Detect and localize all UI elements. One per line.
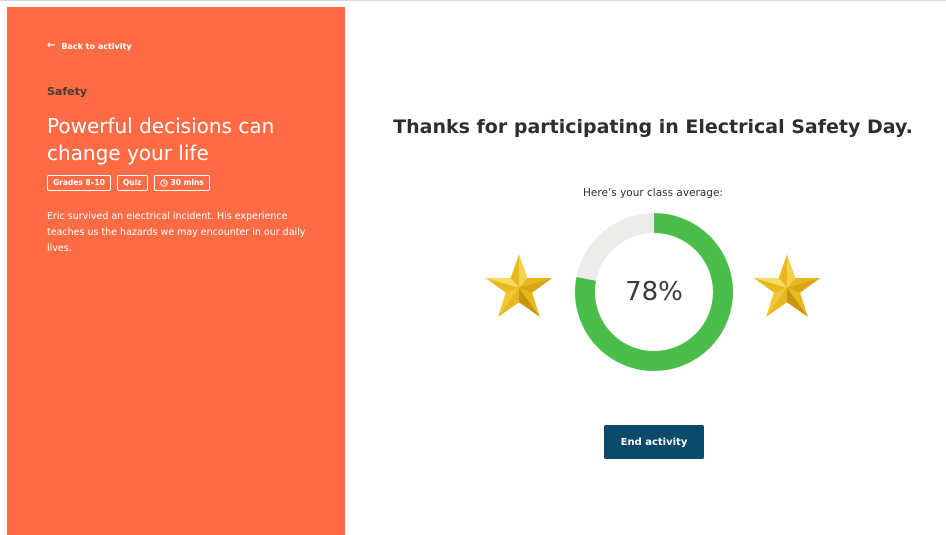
back-to-activity-link[interactable]: ← Back to activity xyxy=(47,41,132,51)
activity-category: Safety xyxy=(47,85,88,98)
type-tag-label: Quiz xyxy=(122,178,142,187)
activity-description: Eric survived an electrical incident. Hi… xyxy=(47,211,306,254)
arrow-left-icon: ← xyxy=(47,40,56,51)
star-icon xyxy=(753,254,821,317)
grades-tag-label: Grades 8–10 xyxy=(53,178,105,187)
duration-tag-label: 30 mins xyxy=(170,178,204,187)
type-tag: Quiz xyxy=(116,175,148,191)
class-average-display: 78% xyxy=(484,207,824,377)
thanks-heading: Thanks for participating in Electrical S… xyxy=(393,116,913,138)
results-panel: Thanks for participating in Electrical S… xyxy=(345,7,946,535)
end-activity-button[interactable]: End activity xyxy=(604,425,704,459)
grades-tag: Grades 8–10 xyxy=(47,175,111,191)
clock-icon xyxy=(159,179,168,187)
activity-info-panel: ← Back to activity Safety Powerful decis… xyxy=(7,7,345,535)
back-link-label: Back to activity xyxy=(61,41,132,51)
class-average-label: Here’s your class average: xyxy=(583,187,723,199)
activity-tags: Grades 8–10 Quiz 30 mins xyxy=(47,175,210,191)
duration-tag: 30 mins xyxy=(153,175,210,191)
star-icon xyxy=(485,254,553,317)
activity-title: Powerful decisions can change your life xyxy=(47,114,275,165)
class-average-value: 78% xyxy=(625,277,683,307)
page-frame: ← Back to activity Safety Powerful decis… xyxy=(0,0,946,535)
